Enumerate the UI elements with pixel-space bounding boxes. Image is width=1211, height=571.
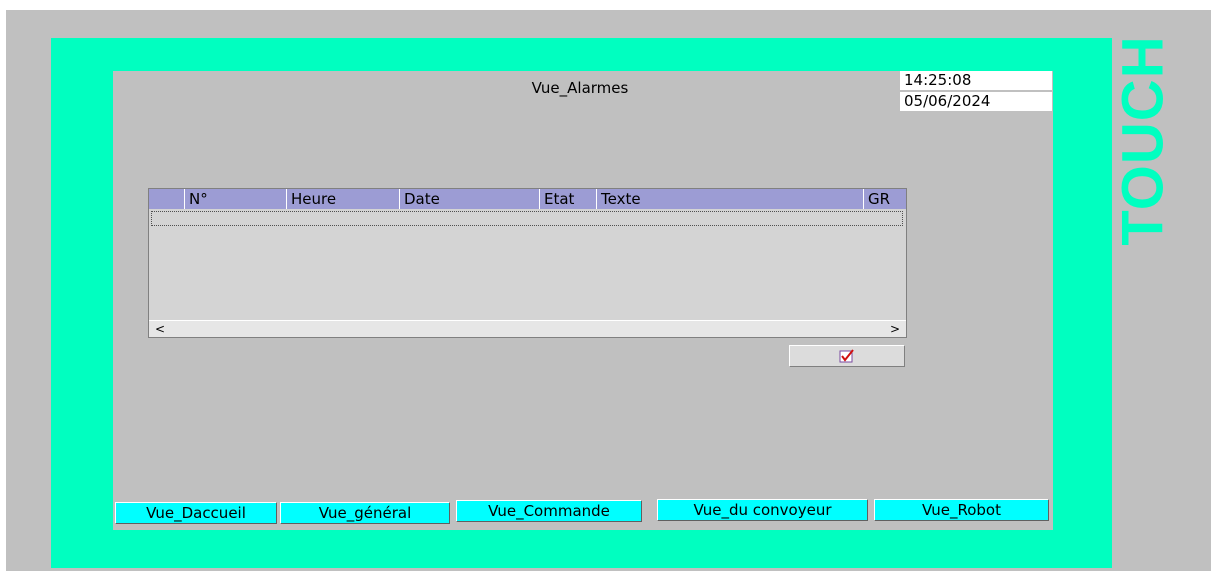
alarm-table[interactable]: N° Heure Date Etat Texte GR < > [148, 188, 907, 338]
table-row[interactable] [151, 211, 903, 226]
nav-button-general[interactable]: Vue_général [280, 502, 450, 524]
time-field: 14:25:08 [900, 71, 1052, 90]
scroll-right-icon[interactable]: > [884, 321, 906, 337]
clock-display: 14:25:08 05/06/2024 [900, 71, 1052, 111]
column-header-number[interactable]: N° [185, 189, 287, 209]
alarm-table-header: N° Heure Date Etat Texte GR [149, 189, 906, 209]
scroll-left-icon[interactable]: < [149, 321, 171, 337]
column-header-selector[interactable] [149, 189, 185, 209]
acknowledge-button[interactable] [789, 345, 905, 367]
date-field: 05/06/2024 [900, 92, 1052, 111]
brand-label: TOUCH [1111, 30, 1176, 250]
column-header-texte[interactable]: Texte [597, 189, 864, 209]
horizontal-scrollbar[interactable]: < > [149, 320, 906, 337]
nav-button-robot[interactable]: Vue_Robot [874, 499, 1049, 521]
page-title: Vue_Alarmes [531, 79, 629, 97]
nav-button-convoyeur[interactable]: Vue_du convoyeur [657, 499, 868, 521]
column-header-gr[interactable]: GR [864, 189, 906, 209]
nav-button-commande[interactable]: Vue_Commande [456, 500, 642, 522]
brand-text: TOUCH [1110, 34, 1176, 246]
column-header-date[interactable]: Date [400, 189, 540, 209]
checkmark-icon [839, 349, 854, 363]
nav-button-daccueil[interactable]: Vue_Daccueil [115, 502, 277, 524]
column-header-etat[interactable]: Etat [540, 189, 597, 209]
column-header-heure[interactable]: Heure [287, 189, 400, 209]
